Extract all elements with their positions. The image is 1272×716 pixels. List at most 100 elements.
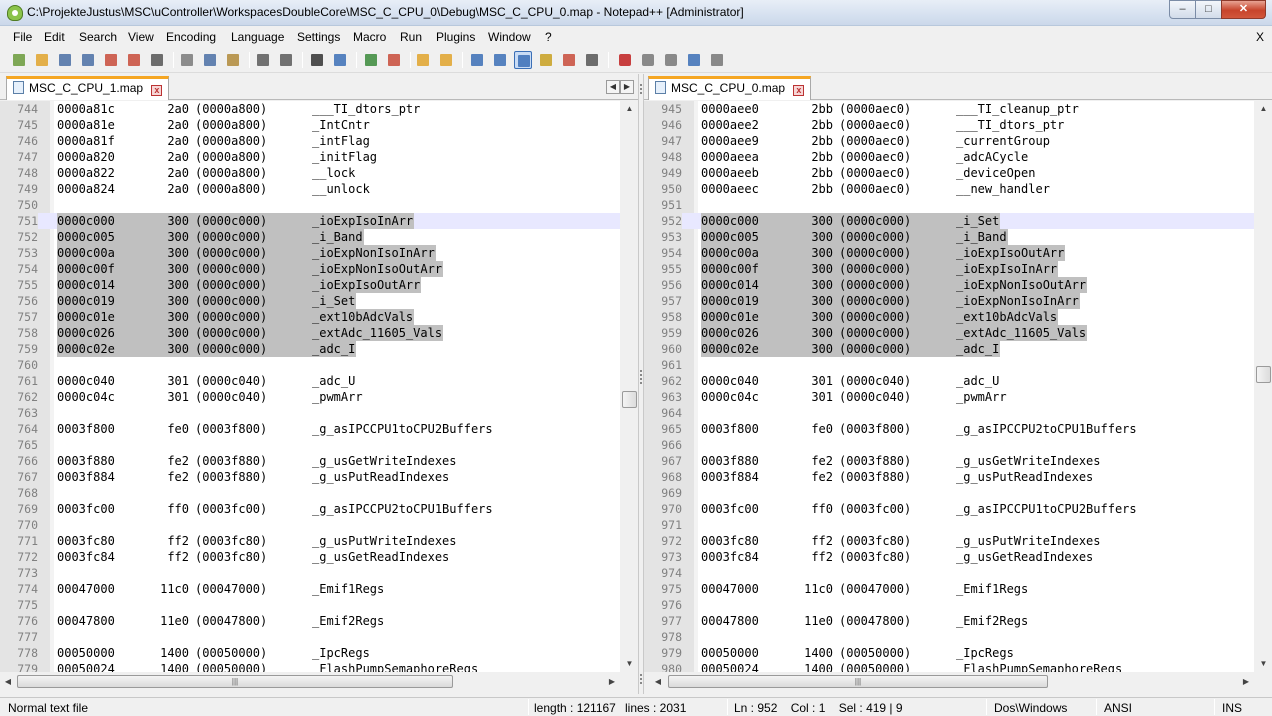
minimize-button[interactable]: – xyxy=(1169,0,1196,19)
code-line[interactable]: 751 0000c000 300 (0000c000) _ioExpIsoInArr xyxy=(0,213,620,229)
code-line[interactable]: 776 00047800 11e0 (00047800) _Emif2Regs xyxy=(0,613,620,629)
record-macro-button[interactable] xyxy=(616,51,634,69)
word-wrap-button[interactable] xyxy=(468,51,486,69)
code-line[interactable]: 980 00050024 1400 (00050000) _FlashPumpSemap… xyxy=(644,661,1254,672)
code-line[interactable]: 971 xyxy=(644,517,1254,533)
tab-left-file[interactable]: MSC_C_CPU_1.map x xyxy=(6,76,170,100)
code-line[interactable]: 945 0000aee0 2bb (0000aec0) ___TI_cleanup_pt… xyxy=(644,101,1254,117)
save-macro-button[interactable] xyxy=(708,51,726,69)
scroll-down-icon[interactable]: ▼ xyxy=(621,656,638,672)
menu-search[interactable]: Search xyxy=(79,30,117,44)
zoom-in-button[interactable] xyxy=(362,51,380,69)
menu-encoding[interactable]: Encoding xyxy=(166,30,216,44)
cut-button[interactable] xyxy=(178,51,196,69)
code-line[interactable]: 758 0000c026 300 (0000c000) _extAdc_11605_Va… xyxy=(0,325,620,341)
code-line[interactable]: 954 0000c00a 300 (0000c000) _ioExpIsoOutArr xyxy=(644,245,1254,261)
code-line[interactable]: 961 xyxy=(644,357,1254,373)
code-line[interactable]: 764 0003f800 fe0 (0003f800) _g_asIPCCPU1toCP… xyxy=(0,421,620,437)
print-button[interactable] xyxy=(148,51,166,69)
hscroll-thumb[interactable]: ||| xyxy=(17,675,453,688)
code-line[interactable]: 754 0000c00f 300 (0000c000) _ioExpNonIsoOutA… xyxy=(0,261,620,277)
tab-scroll-right-icon[interactable]: ▶ xyxy=(620,80,634,94)
code-line[interactable]: 975 00047000 11c0 (00047000) _Emif1Regs xyxy=(644,581,1254,597)
code-line[interactable]: 952 0000c000 300 (0000c000) _i_Set xyxy=(644,213,1254,229)
play-macro-button[interactable] xyxy=(662,51,680,69)
left-editor[interactable]: 744 0000a81c 2a0 (0000a800) ___TI_dtors_ptr 7… xyxy=(0,101,620,672)
redo-button[interactable] xyxy=(277,51,295,69)
tab-scroll-left-icon[interactable]: ◀ xyxy=(606,80,620,94)
code-line[interactable]: 768 xyxy=(0,485,620,501)
code-line[interactable]: 773 xyxy=(0,565,620,581)
code-line[interactable]: 970 0003fc00 ff0 (0003fc00) _g_asIPCCPU1toCP… xyxy=(644,501,1254,517)
code-line[interactable]: 960 0000c02e 300 (0000c000) _adc_I xyxy=(644,341,1254,357)
code-line[interactable]: 770 xyxy=(0,517,620,533)
code-line[interactable]: 959 0000c026 300 (0000c000) _extAdc_11605_Va… xyxy=(644,325,1254,341)
code-line[interactable]: 763 xyxy=(0,405,620,421)
close-document-button[interactable]: X xyxy=(1256,30,1264,44)
code-line[interactable]: 775 xyxy=(0,597,620,613)
left-horizontal-scrollbar[interactable]: ◀ ||| ▶ xyxy=(0,673,638,690)
maximize-button[interactable]: □ xyxy=(1195,0,1222,19)
code-line[interactable]: 947 0000aee9 2bb (0000aec0) _currentGroup xyxy=(644,133,1254,149)
scroll-up-icon[interactable]: ▲ xyxy=(1255,101,1272,117)
code-line[interactable]: 962 0000c040 301 (0000c040) _adc_U xyxy=(644,373,1254,389)
code-line[interactable]: 946 0000aee2 2bb (0000aec0) ___TI_dtors_ptr xyxy=(644,117,1254,133)
code-line[interactable]: 771 0003fc80 ff2 (0003fc80) _g_usPutWriteInd… xyxy=(0,533,620,549)
hscroll-thumb[interactable]: ||| xyxy=(668,675,1048,688)
code-line[interactable]: 767 0003f884 fe2 (0003f880) _g_usPutReadInde… xyxy=(0,469,620,485)
close-tab-icon[interactable]: x xyxy=(793,85,805,96)
code-line[interactable]: 965 0003f800 fe0 (0003f800) _g_asIPCCPU2toCP… xyxy=(644,421,1254,437)
code-line[interactable]: 968 0003f884 fe2 (0003f880) _g_usPutReadInde… xyxy=(644,469,1254,485)
code-line[interactable]: 953 0000c005 300 (0000c000) _i_Band xyxy=(644,229,1254,245)
paste-button[interactable] xyxy=(224,51,242,69)
menu-language[interactable]: Language xyxy=(231,30,284,44)
code-line[interactable]: 757 0000c01e 300 (0000c000) _ext10bAdcVals xyxy=(0,309,620,325)
code-line[interactable]: 978 xyxy=(644,629,1254,645)
sync-vertical-button[interactable] xyxy=(414,51,432,69)
code-line[interactable]: 750 xyxy=(0,197,620,213)
doc-map-button[interactable] xyxy=(560,51,578,69)
code-line[interactable]: 779 00050024 1400 (00050000) _FlashPumpSemap… xyxy=(0,661,620,672)
stop-macro-button[interactable] xyxy=(639,51,657,69)
menu-run[interactable]: Run xyxy=(400,30,422,44)
menu-macro[interactable]: Macro xyxy=(353,30,386,44)
code-line[interactable]: 973 0003fc84 ff2 (0003fc80) _g_usGetReadInde… xyxy=(644,549,1254,565)
code-line[interactable]: 755 0000c014 300 (0000c000) _ioExpIsoOutArr xyxy=(0,277,620,293)
close-all-button[interactable] xyxy=(125,51,143,69)
save-all-button[interactable] xyxy=(79,51,97,69)
code-line[interactable]: 963 0000c04c 301 (0000c040) _pwmArr xyxy=(644,389,1254,405)
scroll-right-icon[interactable]: ▶ xyxy=(604,673,620,690)
code-line[interactable]: 979 00050000 1400 (00050000) _IpcRegs xyxy=(644,645,1254,661)
left-vertical-scrollbar[interactable]: ▲ ▼ xyxy=(621,101,638,672)
code-line[interactable]: 753 0000c00a 300 (0000c000) _ioExpNonIsoInAr… xyxy=(0,245,620,261)
code-line[interactable]: 759 0000c02e 300 (0000c000) _adc_I xyxy=(0,341,620,357)
menu-file[interactable]: File xyxy=(13,30,32,44)
function-list-button[interactable] xyxy=(583,51,601,69)
show-all-chars-button[interactable] xyxy=(491,51,509,69)
code-line[interactable]: 766 0003f880 fe2 (0003f880) _g_usGetWriteInd… xyxy=(0,453,620,469)
code-line[interactable]: 772 0003fc84 ff2 (0003fc80) _g_usGetReadInde… xyxy=(0,549,620,565)
open-file-button[interactable] xyxy=(33,51,51,69)
code-line[interactable]: 752 0000c005 300 (0000c000) _i_Band xyxy=(0,229,620,245)
code-line[interactable]: 956 0000c014 300 (0000c000) _ioExpNonIsoOutA… xyxy=(644,277,1254,293)
menu-window[interactable]: Window xyxy=(488,30,531,44)
code-line[interactable]: 974 xyxy=(644,565,1254,581)
close-tab-icon[interactable]: x xyxy=(151,85,163,96)
copy-button[interactable] xyxy=(201,51,219,69)
code-line[interactable]: 765 xyxy=(0,437,620,453)
close-button[interactable] xyxy=(102,51,120,69)
code-line[interactable]: 774 00047000 11c0 (00047000) _Emif1Regs xyxy=(0,581,620,597)
code-line[interactable]: 749 0000a824 2a0 (0000a800) __unlock xyxy=(0,181,620,197)
code-line[interactable]: 958 0000c01e 300 (0000c000) _ext10bAdcVals xyxy=(644,309,1254,325)
new-file-button[interactable] xyxy=(10,51,28,69)
code-line[interactable]: 972 0003fc80 ff2 (0003fc80) _g_usPutWriteInd… xyxy=(644,533,1254,549)
code-line[interactable]: 950 0000aeec 2bb (0000aec0) __new_handler xyxy=(644,181,1254,197)
menu-view[interactable]: View xyxy=(128,30,154,44)
scroll-down-icon[interactable]: ▼ xyxy=(1255,656,1272,672)
code-line[interactable]: 949 0000aeeb 2bb (0000aec0) _deviceOpen xyxy=(644,165,1254,181)
run-macro-multiple-button[interactable] xyxy=(685,51,703,69)
menu-settings[interactable]: Settings xyxy=(297,30,340,44)
code-line[interactable]: 762 0000c04c 301 (0000c040) _pwmArr xyxy=(0,389,620,405)
code-line[interactable]: 957 0000c019 300 (0000c000) _ioExpNonIsoInAr… xyxy=(644,293,1254,309)
code-line[interactable]: 756 0000c019 300 (0000c000) _i_Set xyxy=(0,293,620,309)
